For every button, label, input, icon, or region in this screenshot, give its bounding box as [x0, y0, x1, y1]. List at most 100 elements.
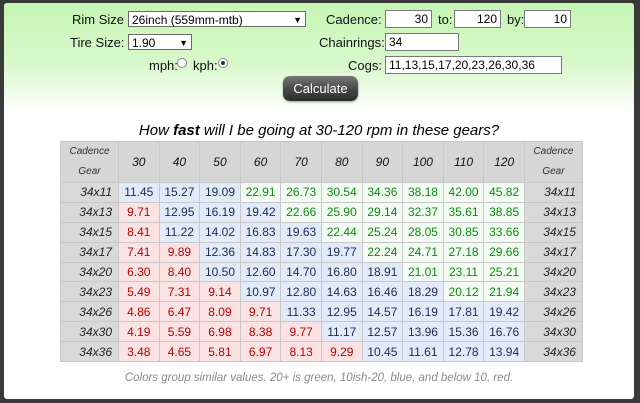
speed-cell: 10.97	[239, 281, 282, 303]
speed-cell: 19.42	[483, 301, 525, 323]
speed-cell: 30.85	[442, 221, 485, 243]
cadence-header: 120	[483, 141, 525, 183]
heading-suffix: will I be going at 30-120 rpm in these g…	[199, 122, 500, 139]
speed-cell: 18.91	[361, 261, 404, 283]
mph-radio[interactable]	[177, 58, 187, 68]
table-row: 34x17 7.41 9.89 12.36 14.83 17.30 19.77 22.24 24…	[60, 241, 583, 263]
speed-cell: 3.48	[118, 341, 160, 363]
corner-gear-label: Gear	[78, 166, 101, 177]
gear-label: 34x23	[523, 281, 583, 303]
gear-label: 34x36	[523, 341, 583, 363]
chevron-down-icon: ▼	[179, 38, 188, 48]
speed-cell: 19.42	[239, 201, 282, 223]
speed-cell: 12.57	[361, 321, 404, 343]
speed-cell: 12.36	[199, 241, 241, 263]
speed-cell: 26.73	[280, 182, 322, 203]
gear-label: 34x23	[60, 281, 119, 303]
speed-cell: 15.36	[442, 321, 485, 343]
tire-size-select[interactable]: 1.90 ▼	[128, 34, 192, 50]
speed-cell: 29.14	[361, 201, 404, 223]
speed-cell: 8.40	[158, 261, 201, 283]
gear-label: 34x20	[60, 261, 119, 283]
speed-cell: 8.09	[199, 301, 241, 323]
speed-cell: 35.61	[442, 201, 485, 223]
gear-label: 34x36	[60, 341, 119, 363]
speed-cell: 12.78	[442, 341, 485, 363]
rim-size-label: Rim Size	[72, 12, 125, 27]
cadence-to-input[interactable]: 120	[454, 10, 501, 28]
speed-cell: 13.94	[483, 341, 525, 363]
gear-label: 34x26	[60, 301, 119, 323]
heading-prefix: How	[138, 122, 174, 139]
chainrings-input[interactable]: 34	[385, 33, 459, 51]
speed-cell: 19.63	[280, 221, 322, 243]
gear-label: 34x30	[523, 321, 583, 343]
speed-cell: 5.59	[158, 321, 201, 343]
cogs-input[interactable]: 11,13,15,17,20,23,26,30,36	[385, 56, 562, 74]
rim-size-value: 26inch (559mm-mtb)	[132, 13, 243, 27]
speed-cell: 25.90	[320, 201, 363, 223]
speed-cell: 12.95	[320, 301, 363, 323]
speed-cell: 16.83	[239, 221, 282, 243]
cadence-header: 40	[158, 141, 201, 183]
rim-size-select[interactable]: 26inch (559mm-mtb) ▼	[128, 11, 306, 27]
speed-cell: 9.14	[199, 281, 241, 303]
speed-cell: 34.36	[361, 182, 404, 203]
results-heading: How fast will I be going at 30-120 rpm i…	[4, 122, 634, 139]
speed-cell: 6.97	[239, 341, 282, 363]
speed-cell: 22.44	[320, 221, 363, 243]
table-row: 34x23 5.49 7.31 9.14 10.97 12.80 14.63 16.46 18.…	[60, 281, 583, 303]
gear-label: 34x13	[523, 201, 583, 223]
corner-header-left: Cadence Gear	[60, 141, 119, 183]
speed-cell: 8.38	[239, 321, 282, 343]
cadence-from-input[interactable]: 30	[385, 10, 432, 28]
speed-cell: 7.31	[158, 281, 201, 303]
kph-radio[interactable]	[218, 58, 228, 68]
corner-header-right: Cadence Gear	[523, 141, 583, 183]
speed-cell: 38.85	[483, 201, 525, 223]
tire-size-value: 1.90	[132, 36, 156, 50]
cadence-header: 90	[361, 141, 404, 183]
speed-cell: 9.71	[239, 301, 282, 323]
speed-cell: 11.61	[402, 341, 444, 363]
table-row: 34x20 6.30 8.40 10.50 12.60 14.70 16.80 18.91 21…	[60, 261, 583, 283]
speed-cell: 4.86	[118, 301, 160, 323]
speed-cell: 8.41	[118, 221, 160, 243]
speed-cell: 9.29	[320, 341, 363, 363]
cogs-label: Cogs:	[348, 58, 382, 73]
speed-cell: 20.12	[442, 281, 485, 303]
cadence-label: Cadence:	[326, 12, 382, 27]
heading-bold-word: fast	[173, 122, 200, 139]
speed-cell: 21.94	[483, 281, 525, 303]
speed-cell: 14.02	[199, 221, 241, 243]
chevron-down-icon: ▼	[293, 15, 302, 25]
corner-cadence-label: Cadence	[69, 146, 110, 157]
speed-cell: 29.66	[483, 241, 525, 263]
speed-cell: 6.47	[158, 301, 201, 323]
speed-cell: 13.96	[402, 321, 444, 343]
corner-cadence-label: Cadence	[533, 146, 574, 157]
cadence-step-input[interactable]: 10	[524, 10, 571, 28]
cadence-header: 80	[320, 141, 363, 183]
speed-cell: 4.65	[158, 341, 201, 363]
cadence-header: 110	[442, 141, 485, 183]
gear-label: 34x11	[523, 182, 583, 203]
speed-cell: 25.21	[483, 261, 525, 283]
table-header-row: Cadence Gear 30 40 50 60 70 80 90 100 110 120 Cadenc…	[60, 141, 583, 183]
calculate-button[interactable]: Calculate	[283, 76, 358, 101]
speed-cell: 22.66	[280, 201, 322, 223]
speed-cell: 12.95	[158, 201, 201, 223]
to-label: to:	[438, 12, 453, 27]
speed-cell: 21.01	[402, 261, 444, 283]
table-row: 34x11 11.45 15.27 19.09 22.91 26.73 30.54 34.36…	[60, 182, 583, 203]
speed-cell: 28.05	[402, 221, 444, 243]
speed-cell: 11.45	[118, 182, 160, 203]
speed-cell: 14.63	[320, 281, 363, 303]
gear-label: 34x15	[523, 221, 583, 243]
speed-cell: 18.29	[402, 281, 444, 303]
speed-cell: 32.37	[402, 201, 444, 223]
kph-label: kph:	[193, 58, 218, 73]
speed-cell: 10.50	[199, 261, 241, 283]
speed-cell: 24.71	[402, 241, 444, 263]
speed-cell: 16.19	[402, 301, 444, 323]
